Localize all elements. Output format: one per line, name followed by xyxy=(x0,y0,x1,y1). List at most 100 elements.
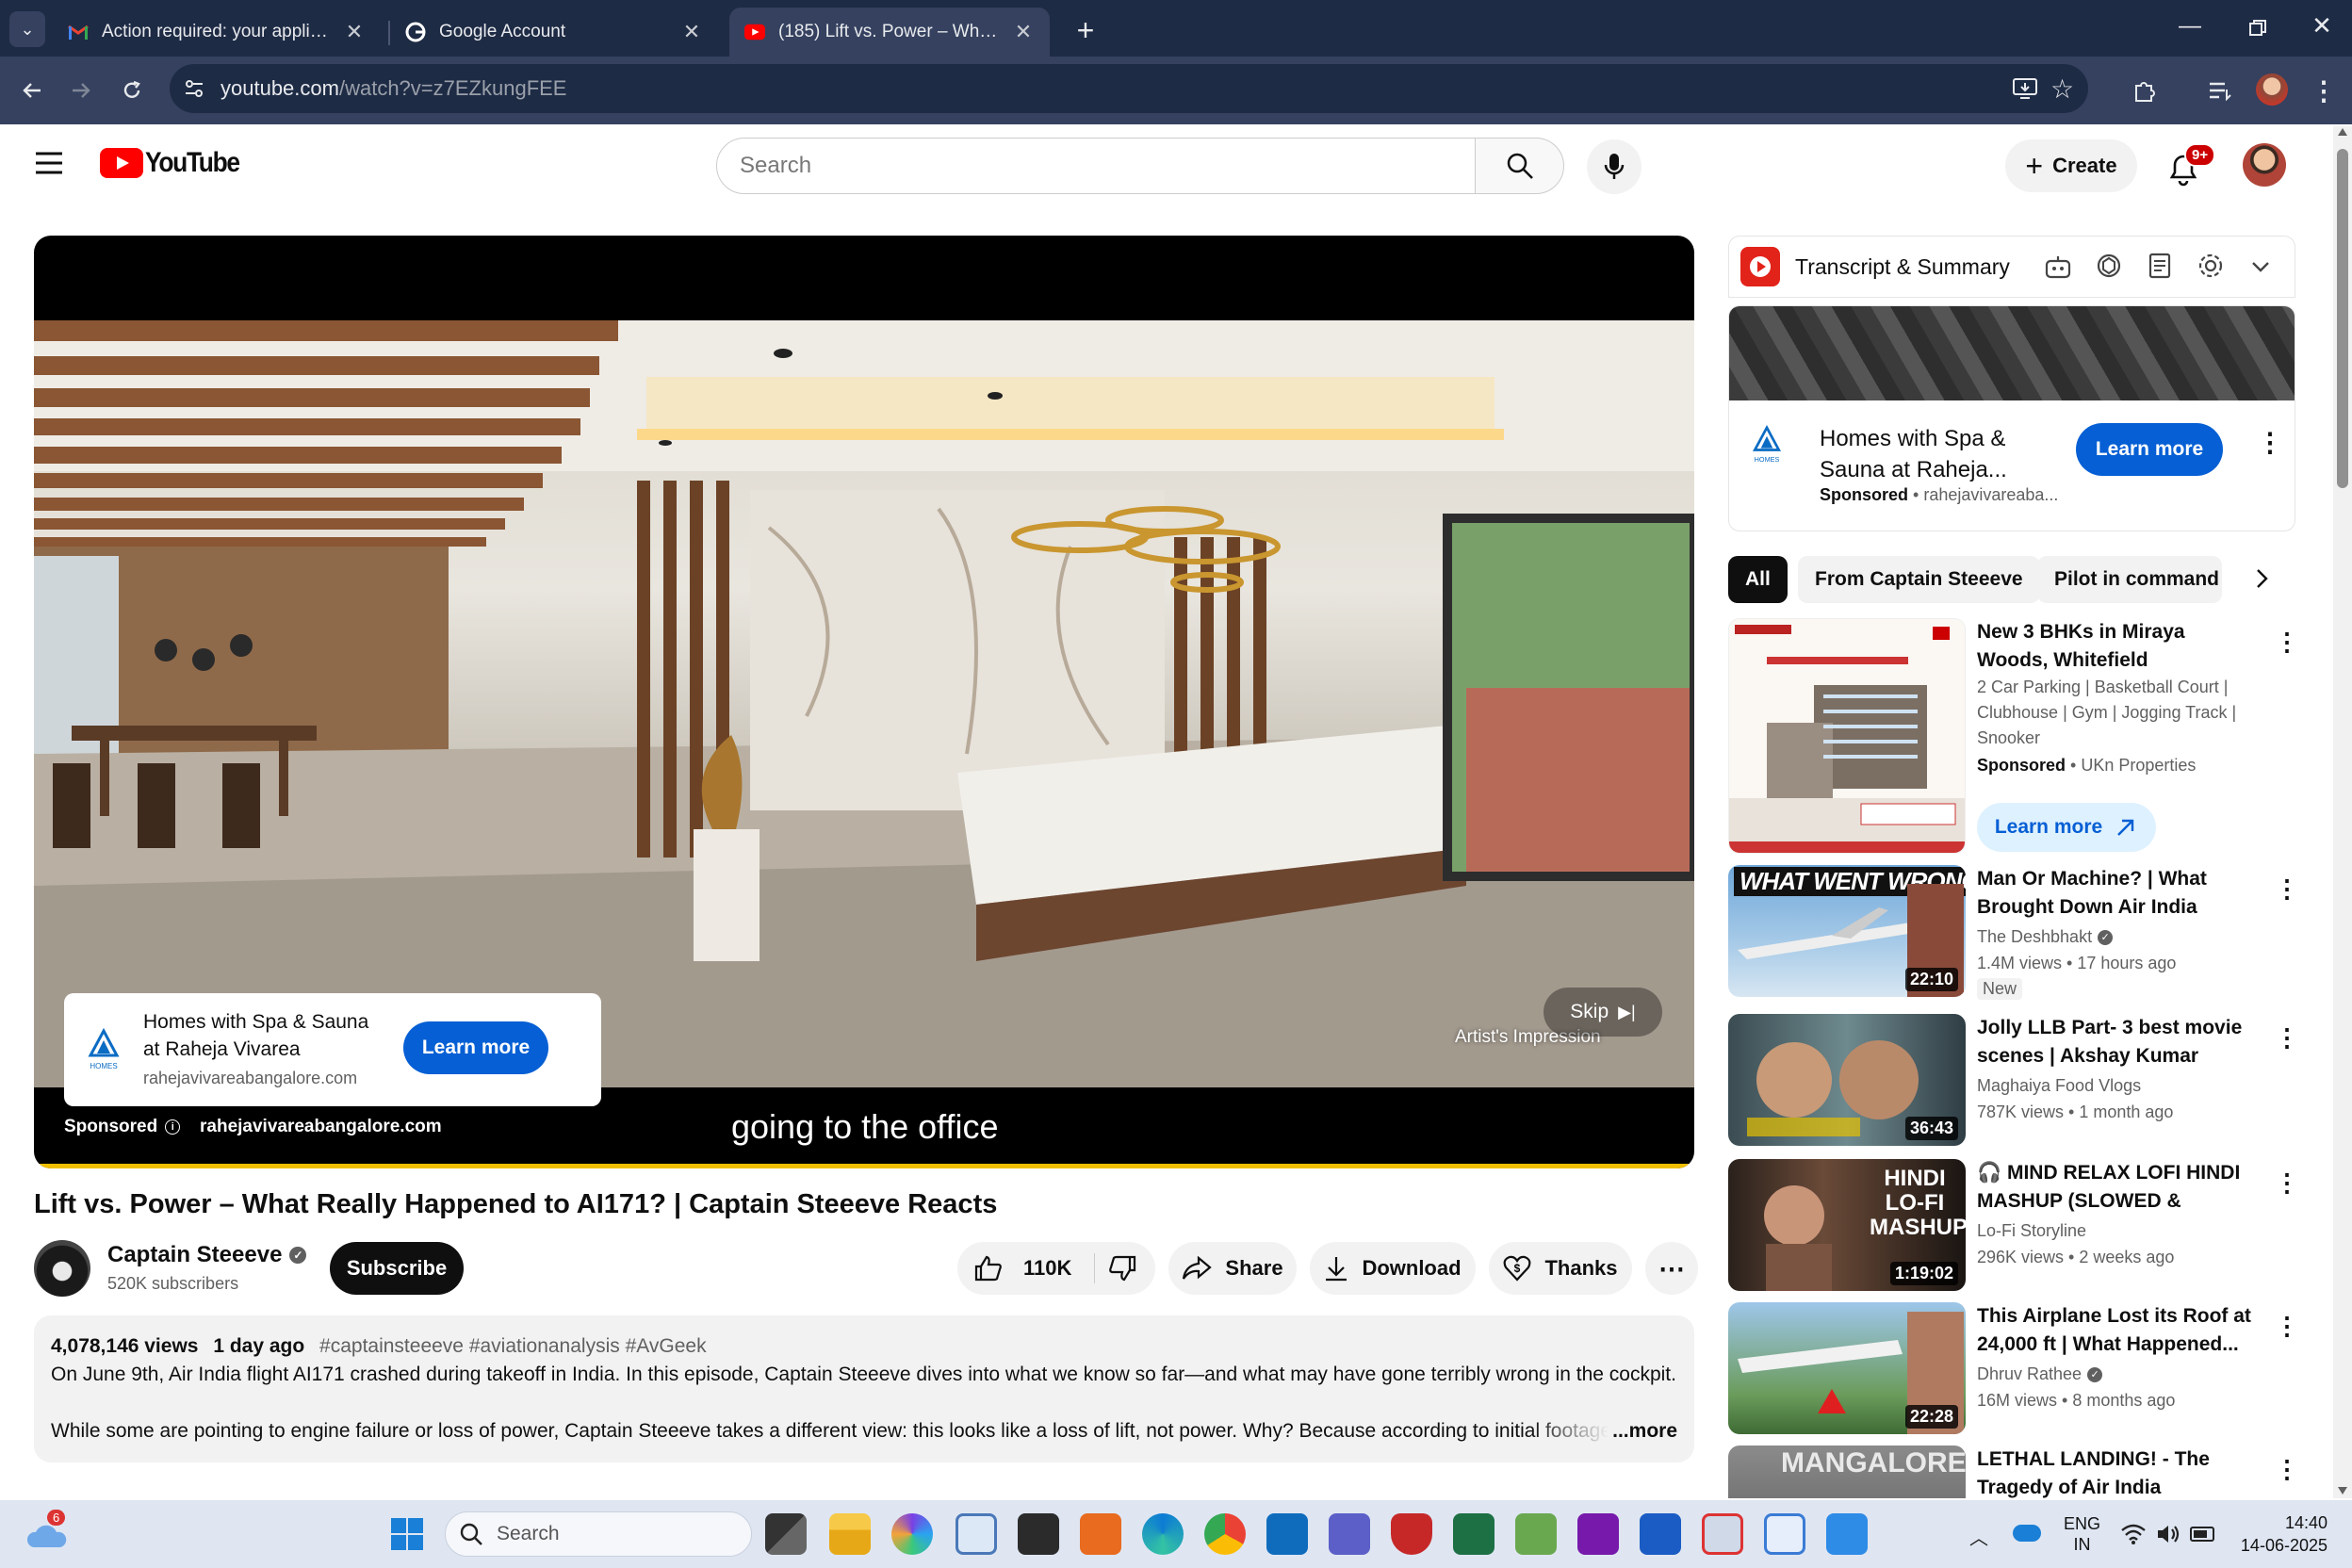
channel-avatar[interactable] xyxy=(34,1240,90,1297)
info-icon[interactable]: i xyxy=(165,1119,181,1135)
related-menu-icon[interactable]: ⋮ xyxy=(2275,1023,2299,1053)
wifi-icon[interactable] xyxy=(2120,1523,2147,1550)
channel-name[interactable]: Captain Steeeve ✓ xyxy=(107,1242,307,1268)
teams-icon[interactable] xyxy=(1329,1513,1370,1555)
chevron-down-icon[interactable] xyxy=(2249,255,2272,283)
outlook-icon[interactable] xyxy=(1266,1513,1308,1555)
word-icon[interactable] xyxy=(1640,1513,1681,1555)
hashtags[interactable]: #captainsteeeve #aviationanalysis #AvGee… xyxy=(319,1335,707,1357)
related-menu-icon[interactable]: ⋮ xyxy=(2275,1455,2299,1484)
close-tab-icon[interactable]: ✕ xyxy=(680,20,703,44)
window-app-icon[interactable] xyxy=(956,1513,997,1555)
maximize-window-icon[interactable] xyxy=(2243,13,2273,43)
tab-google-account[interactable]: Google Account ✕ xyxy=(390,8,718,57)
related-menu-icon[interactable]: ⋮ xyxy=(2275,1168,2299,1198)
more-actions-button[interactable]: ⋯ xyxy=(1645,1242,1698,1295)
video-player[interactable]: HOMES Homes with Spa & Sauna at Raheja V… xyxy=(34,236,1694,1168)
related-thumbnail[interactable]: MANGALORE xyxy=(1728,1446,1966,1498)
like-button[interactable]: 110K xyxy=(974,1255,1071,1282)
terminal-icon[interactable] xyxy=(1018,1513,1059,1555)
ad-learn-more-button[interactable]: Learn more xyxy=(403,1021,548,1074)
search-input[interactable]: Search xyxy=(716,138,1476,194)
photos-icon[interactable] xyxy=(1826,1513,1868,1555)
related-thumbnail[interactable]: HINDI LO-FI MASHUP 1:19:02 xyxy=(1728,1159,1966,1291)
thanks-button[interactable]: $ Thanks xyxy=(1489,1242,1632,1295)
related-video-item[interactable]: MANGALORE LETHAL LANDING! - The Tragedy … xyxy=(1728,1446,2312,1498)
related-video-item[interactable]: WHAT WENT WRONG? 22:10 Man Or Machine? |… xyxy=(1728,865,2312,1000)
search-button[interactable] xyxy=(1475,138,1564,194)
youtube-logo[interactable]: YouTube xyxy=(100,147,252,179)
image-app-icon[interactable] xyxy=(1515,1513,1557,1555)
chip-from-captain-steeeve[interactable]: From Captain Steeeve xyxy=(1798,556,2040,603)
language-indicator[interactable]: ENG IN xyxy=(2064,1513,2100,1555)
install-app-icon[interactable] xyxy=(2013,77,2037,105)
related-channel[interactable]: The Deshbhakt ✓ xyxy=(1977,927,2114,947)
remote-desktop-icon[interactable] xyxy=(1702,1513,1743,1555)
back-icon[interactable] xyxy=(13,72,51,109)
weather-widget-icon[interactable]: 6 xyxy=(26,1510,68,1553)
scrollbar-thumb[interactable] xyxy=(2337,149,2348,488)
ad-sponsored-domain[interactable]: rahejavivareabangalore.com xyxy=(200,1117,442,1137)
bookmark-star-icon[interactable]: ☆ xyxy=(2050,74,2074,105)
new-tab-button[interactable]: + xyxy=(1067,11,1104,49)
tab-search-dropdown[interactable]: ⌄ xyxy=(9,11,45,47)
related-thumbnail[interactable]: 36:43 xyxy=(1728,1014,1966,1146)
extensions-icon[interactable] xyxy=(2126,72,2164,109)
promo-learn-more-button[interactable]: Learn more xyxy=(1977,803,2156,852)
office-app-icon[interactable] xyxy=(1080,1513,1121,1555)
forward-icon[interactable] xyxy=(62,72,100,109)
share-button[interactable]: Share xyxy=(1168,1242,1297,1295)
skip-ad-button[interactable]: Skip ▶| xyxy=(1544,988,1662,1037)
description-box[interactable]: 4,078,146 views 1 day ago #captainsteeev… xyxy=(34,1315,1694,1462)
minimize-window-icon[interactable]: — xyxy=(2175,13,2205,43)
chips-next-arrow-icon[interactable] xyxy=(2246,564,2277,598)
related-video-item[interactable]: 22:28 This Airplane Lost its Roof at 24,… xyxy=(1728,1302,2312,1436)
sidebar-ad-learn-more-button[interactable]: Learn more xyxy=(2076,423,2223,476)
taskbar-search-box[interactable]: Search xyxy=(445,1511,752,1557)
show-hidden-icons[interactable]: ︿ xyxy=(1969,1523,1988,1550)
close-tab-icon[interactable]: ✕ xyxy=(343,20,366,44)
close-tab-icon[interactable]: ✕ xyxy=(1012,20,1035,44)
close-window-icon[interactable]: ✕ xyxy=(2307,11,2337,41)
related-menu-icon[interactable]: ⋮ xyxy=(2275,874,2299,904)
page-scrollbar[interactable] xyxy=(2333,126,2352,1498)
tab-youtube[interactable]: (185) Lift vs. Power – What Reall ✕ xyxy=(729,8,1050,57)
sidebar-ad-menu-icon[interactable]: ⋮ xyxy=(2257,427,2283,458)
related-channel[interactable]: Maghaiya Food Vlogs xyxy=(1977,1076,2141,1096)
chrome-browser-icon[interactable] xyxy=(1204,1513,1246,1555)
subscribe-button[interactable]: Subscribe xyxy=(330,1242,464,1295)
browser-menu-icon[interactable]: ⋮ xyxy=(2305,72,2343,109)
related-thumbnail[interactable]: 22:28 xyxy=(1728,1302,1966,1434)
more-link[interactable]: ...more xyxy=(1612,1417,1677,1446)
promo-ad-item[interactable]: New 3 BHKs in Miraya Woods, Whitefield 2… xyxy=(1728,618,2312,854)
clock[interactable]: 14:40 14-06-2025 xyxy=(2233,1511,2328,1557)
guide-menu-icon[interactable] xyxy=(34,149,66,181)
onedrive-icon[interactable] xyxy=(2013,1525,2041,1542)
video-frame[interactable] xyxy=(34,320,1694,1087)
dislike-button[interactable] xyxy=(1108,1255,1136,1282)
task-view-icon[interactable] xyxy=(765,1513,807,1555)
chip-all[interactable]: All xyxy=(1728,556,1788,603)
tab-gmail[interactable]: Action required: your applicatio ✕ xyxy=(53,8,381,57)
account-avatar[interactable] xyxy=(2243,143,2286,187)
promo-thumbnail[interactable] xyxy=(1728,618,1966,854)
ad-overlay-card[interactable]: HOMES Homes with Spa & Sauna at Raheja V… xyxy=(64,993,601,1106)
sidebar-ad-card[interactable]: HOMES Homes with Spa & Sauna at Raheja..… xyxy=(1728,305,2295,531)
file-explorer-icon[interactable] xyxy=(829,1513,871,1555)
battery-icon[interactable] xyxy=(2190,1527,2214,1542)
excel-icon[interactable] xyxy=(1453,1513,1494,1555)
related-video-item[interactable]: 36:43 Jolly LLB Part- 3 best movie scene… xyxy=(1728,1014,2312,1148)
related-video-item[interactable]: HINDI LO-FI MASHUP 1:19:02 🎧 MIND RELAX … xyxy=(1728,1159,2312,1293)
settings-gear-icon[interactable] xyxy=(2197,252,2225,285)
reading-list-icon[interactable] xyxy=(2201,72,2239,109)
chip-pilot-in-command[interactable]: Pilot in command xyxy=(2037,556,2222,603)
site-info-icon[interactable] xyxy=(183,77,205,105)
download-button[interactable]: Download xyxy=(1310,1242,1476,1295)
transcript-panel[interactable]: Transcript & Summary xyxy=(1728,236,2295,298)
notes-icon[interactable] xyxy=(2146,252,2174,285)
edge-browser-icon[interactable] xyxy=(1142,1513,1184,1555)
create-button[interactable]: + Create xyxy=(2005,139,2137,192)
voice-search-button[interactable] xyxy=(1587,139,1642,194)
snipping-tool-icon[interactable] xyxy=(1764,1513,1805,1555)
scrollbar-down-arrow[interactable] xyxy=(2338,1487,2347,1494)
